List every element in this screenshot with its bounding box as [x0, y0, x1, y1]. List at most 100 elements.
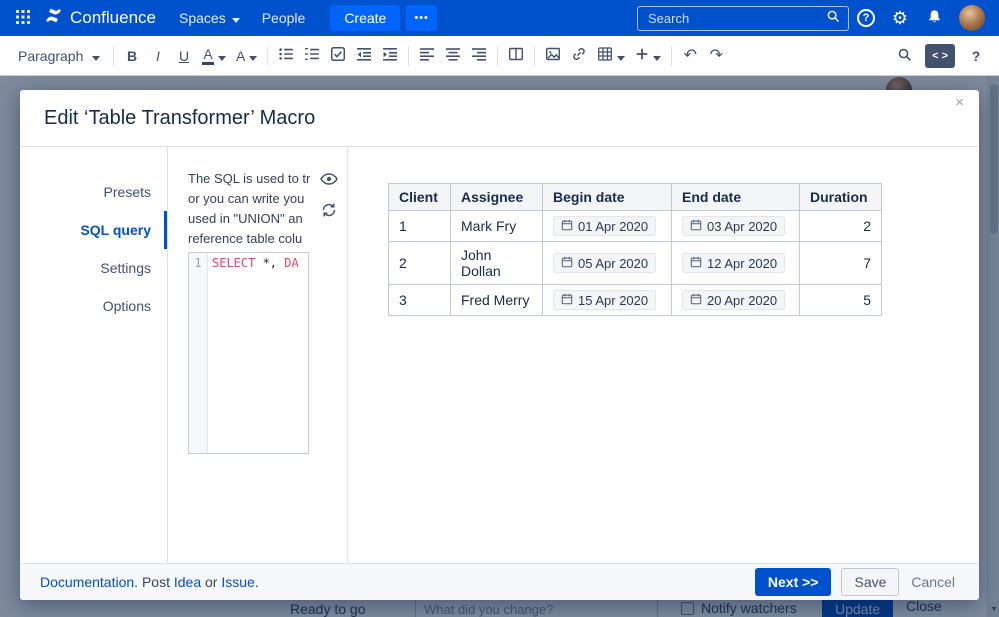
italic-button[interactable]: I	[145, 41, 171, 71]
column-header: Duration	[799, 183, 882, 211]
page-layout-button[interactable]	[503, 41, 529, 71]
undo-button[interactable]: ↶	[677, 41, 703, 71]
gear-icon: ⚙	[891, 8, 909, 28]
calendar-icon	[690, 219, 702, 234]
calendar-icon	[690, 256, 702, 271]
align-center-button[interactable]	[440, 41, 466, 71]
description-line: used in "UNION" an	[188, 211, 303, 226]
tab-options[interactable]: Options	[20, 287, 167, 325]
description-line: The SQL is used to tr	[188, 171, 310, 186]
footer-links: Documentation. Post Idea or Issue.	[40, 574, 259, 590]
documentation-link[interactable]: Documentation	[40, 574, 134, 590]
bold-button[interactable]: B	[119, 41, 145, 71]
date-field[interactable]: 05 Apr 2020	[553, 253, 657, 273]
next-button[interactable]: Next >>	[754, 568, 832, 596]
eye-icon	[319, 172, 338, 188]
apps-grid-icon	[16, 9, 30, 27]
date-value: 05 Apr 2020	[578, 255, 649, 271]
toolbar-separator	[534, 45, 536, 66]
date-field[interactable]: 01 Apr 2020	[553, 216, 657, 236]
toolbar-separator	[113, 45, 114, 66]
table-row: 1 Mark Fry 01 Apr 2020 03 Apr 2020 2	[388, 210, 882, 242]
end-date-cell: 20 Apr 2020	[671, 284, 800, 316]
preview-eye-button[interactable]	[319, 171, 338, 189]
column-header: Assignee	[450, 183, 543, 211]
sql-description: The SQL is used to tr or you can write y…	[188, 169, 310, 249]
dialog-close-button[interactable]: ×	[949, 93, 970, 112]
idea-link[interactable]: Idea	[174, 574, 201, 590]
dialog-body: Presets SQL query Settings Options The S…	[20, 147, 979, 563]
user-avatar	[959, 5, 985, 31]
notifications-button[interactable]	[917, 3, 951, 33]
find-replace-button[interactable]	[891, 41, 917, 71]
task-list-button[interactable]	[325, 41, 351, 71]
align-left-button[interactable]	[414, 41, 440, 71]
refresh-preview-button[interactable]	[321, 202, 337, 220]
align-right-button[interactable]	[466, 41, 492, 71]
insert-more-dropdown[interactable]	[630, 41, 666, 71]
bullet-list-button[interactable]	[273, 41, 299, 71]
nav-people[interactable]: People	[251, 5, 317, 31]
begin-date-cell: 01 Apr 2020	[542, 210, 672, 242]
paragraph-style-label: Paragraph	[18, 47, 84, 64]
date-field[interactable]: 12 Apr 2020	[682, 253, 786, 273]
create-button[interactable]: Create	[330, 5, 401, 31]
nav-search-box	[637, 5, 849, 31]
text-color-dropdown[interactable]: A	[197, 41, 231, 71]
user-menu-button[interactable]	[959, 5, 985, 31]
link-icon	[571, 46, 587, 65]
issue-link[interactable]: Issue	[221, 574, 254, 590]
editor-line-number: 1	[189, 253, 208, 453]
table-row: 3 Fred Merry 15 Apr 2020 20 Apr 2020 5	[388, 284, 882, 316]
toolbar-separator	[497, 45, 499, 66]
more-formatting-dropdown[interactable]: A	[231, 41, 262, 71]
calendar-icon	[561, 293, 573, 308]
preview-table: Client Assignee Begin date End date Dura…	[388, 183, 882, 316]
chevron-down-icon	[249, 48, 258, 64]
create-more-button[interactable]: •••	[406, 5, 437, 31]
date-value: 12 Apr 2020	[707, 255, 778, 271]
search-icon[interactable]	[826, 9, 840, 28]
outdent-button[interactable]	[351, 41, 377, 71]
align-right-icon	[471, 46, 487, 65]
paragraph-style-dropdown[interactable]: Paragraph	[10, 41, 108, 71]
confluence-editor-screen: Confluence Spaces People Create ••• ? ⚙	[0, 0, 999, 617]
underline-button[interactable]: U	[171, 41, 197, 71]
redo-button[interactable]: ↷	[703, 41, 729, 71]
numbered-list-button[interactable]	[299, 41, 325, 71]
date-field[interactable]: 15 Apr 2020	[553, 290, 657, 310]
confluence-home-link[interactable]: Confluence	[44, 6, 156, 30]
numbered-list-icon	[304, 46, 320, 65]
preview-panel: Client Assignee Begin date End date Dura…	[348, 147, 979, 563]
editor-help-button[interactable]: ?	[963, 41, 989, 71]
date-field[interactable]: 20 Apr 2020	[682, 290, 786, 310]
date-field[interactable]: 03 Apr 2020	[682, 216, 786, 236]
settings-button[interactable]: ⚙	[883, 3, 917, 33]
task-list-icon	[330, 46, 346, 65]
indent-button[interactable]	[377, 41, 403, 71]
search-input[interactable]	[646, 9, 820, 27]
nav-spaces[interactable]: Spaces	[168, 5, 251, 31]
dialog-sidebar: Presets SQL query Settings Options	[20, 147, 168, 563]
column-header: Client	[388, 183, 451, 211]
tab-presets[interactable]: Presets	[20, 173, 167, 211]
assignee-cell: John Dollan	[450, 241, 543, 285]
align-center-icon	[445, 46, 461, 65]
dialog-footer: Documentation. Post Idea or Issue. Next …	[20, 563, 979, 600]
tab-settings[interactable]: Settings	[20, 249, 167, 287]
tab-sql-query[interactable]: SQL query	[20, 211, 167, 249]
help-button[interactable]: ?	[849, 3, 883, 33]
app-switcher-button[interactable]	[8, 3, 38, 33]
duration-cell: 7	[799, 241, 882, 285]
cancel-button[interactable]: Cancel	[909, 568, 957, 596]
sql-code-editor[interactable]: 1 SELECT *, DA	[188, 252, 309, 454]
source-editor-button[interactable]: < >	[925, 43, 955, 68]
insert-link-button[interactable]	[566, 41, 592, 71]
date-value: 01 Apr 2020	[578, 218, 649, 234]
insert-image-button[interactable]	[540, 41, 566, 71]
insert-table-dropdown[interactable]	[592, 41, 630, 71]
date-value: 15 Apr 2020	[578, 292, 649, 308]
begin-date-cell: 15 Apr 2020	[542, 284, 672, 316]
save-button[interactable]: Save	[841, 568, 900, 596]
end-date-cell: 03 Apr 2020	[671, 210, 800, 242]
